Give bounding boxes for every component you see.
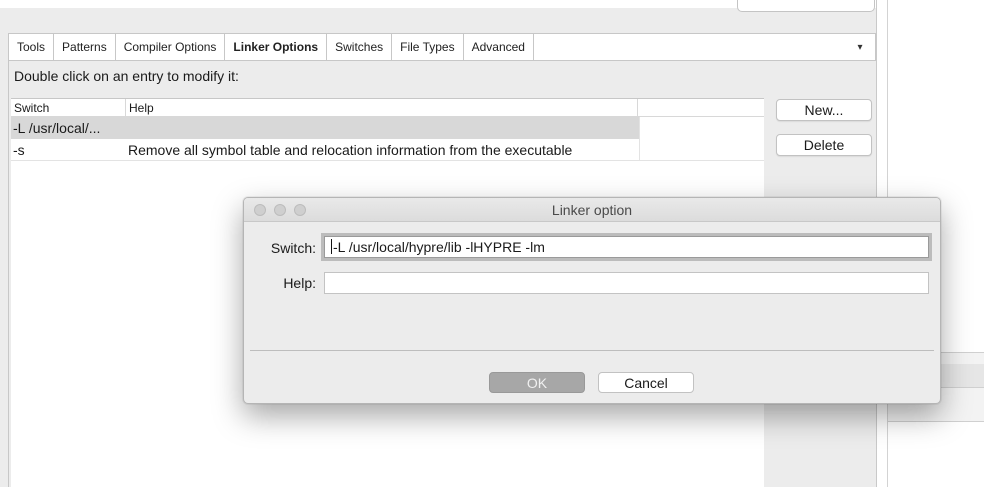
help-cell — [126, 117, 639, 139]
table-header: Switch Help — [11, 99, 764, 117]
column-header-empty — [638, 99, 764, 116]
switch-input-value: -L /usr/local/hypre/lib -lHYPRE -lm — [333, 239, 545, 255]
extra-cell — [639, 117, 764, 139]
tab-tools[interactable]: Tools — [9, 34, 55, 60]
switch-input[interactable]: -L /usr/local/hypre/lib -lHYPRE -lm — [324, 236, 929, 258]
tab-advanced[interactable]: Advanced — [464, 34, 534, 60]
cancel-button[interactable]: Cancel — [598, 372, 694, 393]
dialog-titlebar: Linker option — [244, 198, 940, 222]
new-button[interactable]: New... — [776, 99, 872, 121]
ok-button[interactable]: OK — [489, 372, 585, 393]
dialog-separator — [250, 350, 934, 351]
tab-overflow-menu-icon[interactable]: ▾ — [845, 34, 875, 60]
tab-linker-options[interactable]: Linker Options — [225, 34, 328, 60]
help-label: Help: — [283, 275, 316, 291]
tab-patterns[interactable]: Patterns — [54, 34, 116, 60]
top-button[interactable] — [737, 0, 875, 12]
switch-label: Switch: — [270, 240, 316, 256]
help-cell: Remove all symbol table and relocation i… — [128, 141, 573, 158]
tab-switches[interactable]: Switches — [327, 34, 393, 60]
tab-compiler-options[interactable]: Compiler Options — [116, 34, 226, 60]
dialog-title: Linker option — [551, 202, 633, 218]
delete-button[interactable]: Delete — [776, 134, 872, 156]
extra-cell — [639, 139, 764, 160]
tab-bar: Tools Patterns Compiler Options Linker O… — [8, 33, 876, 61]
switch-cell: -L /usr/local/... — [11, 117, 126, 139]
switch-cell: -s — [13, 141, 25, 158]
table-row[interactable]: -s Remove all symbol table and relocatio… — [11, 139, 764, 161]
column-header-help[interactable]: Help — [126, 99, 638, 116]
text-caret — [331, 239, 332, 254]
instruction-text: Double click on an entry to modify it: — [14, 68, 239, 84]
table-row[interactable]: -L /usr/local/... — [11, 117, 764, 139]
tab-spacer — [534, 34, 845, 60]
help-input[interactable] — [324, 272, 929, 294]
tab-file-types[interactable]: File Types — [392, 34, 464, 60]
linker-option-dialog: Linker option Switch: -L /usr/local/hypr… — [243, 197, 941, 404]
column-header-switch[interactable]: Switch — [11, 99, 126, 116]
